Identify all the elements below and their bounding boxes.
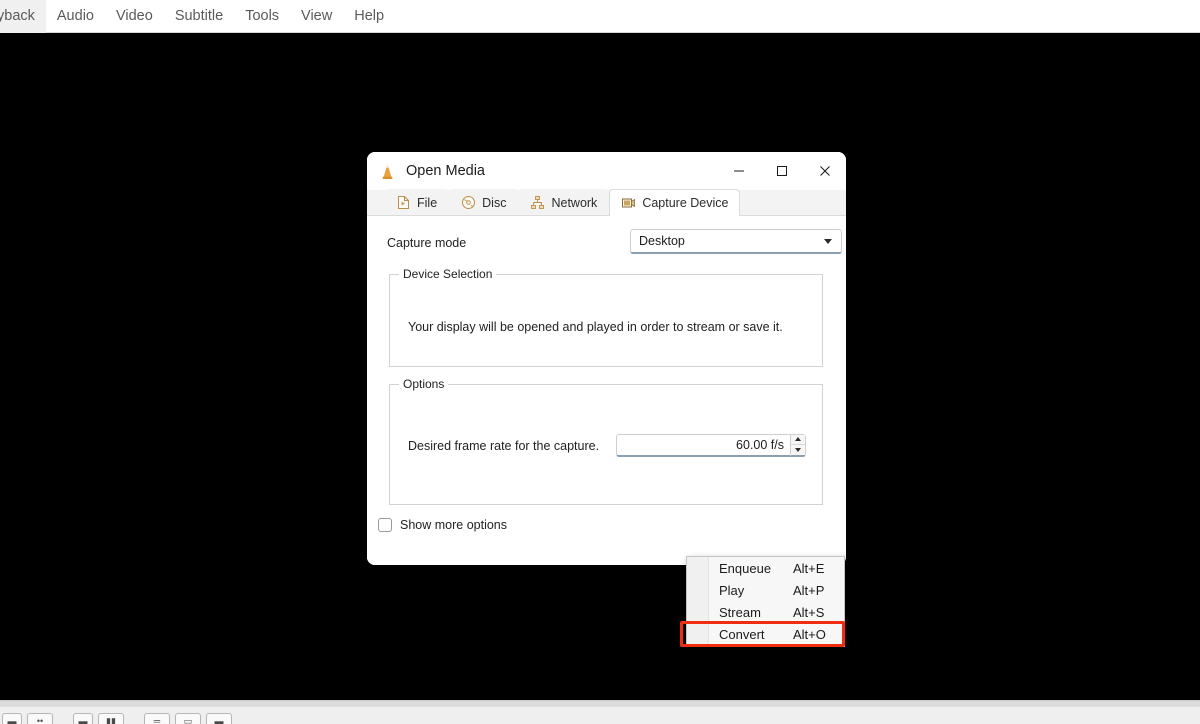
show-more-options-label: Show more options bbox=[400, 518, 508, 532]
network-icon bbox=[530, 195, 545, 210]
playback-control-6[interactable]: ▭ bbox=[175, 713, 201, 724]
menu-view[interactable]: View bbox=[290, 0, 343, 33]
disc-icon bbox=[461, 195, 476, 210]
frame-rate-label: Desired frame rate for the capture. bbox=[408, 439, 600, 453]
capture-mode-label: Capture mode bbox=[387, 235, 467, 250]
seek-slider[interactable] bbox=[0, 701, 1200, 707]
frame-rate-value[interactable]: 60.00 f/s bbox=[617, 438, 790, 452]
tab-disc-label: Disc bbox=[482, 195, 507, 210]
window-controls bbox=[717, 152, 846, 190]
frame-rate-spinner[interactable]: 60.00 f/s bbox=[616, 434, 806, 457]
menu-item-play-shortcut: Alt+P bbox=[793, 582, 825, 598]
menu-item-play[interactable]: Play Alt+P bbox=[687, 579, 844, 601]
tab-network[interactable]: Network bbox=[518, 189, 610, 215]
control-glyph: •• bbox=[36, 716, 44, 724]
dialog-title-bar[interactable]: Open Media bbox=[367, 152, 846, 190]
dialog-title: Open Media bbox=[406, 163, 485, 179]
dialog-tabs: File Disc Network Capture Device bbox=[367, 189, 846, 216]
control-glyph: ▬ bbox=[7, 716, 17, 724]
playback-control-2[interactable]: •• bbox=[27, 713, 53, 724]
menu-help[interactable]: Help bbox=[343, 0, 395, 33]
capture-mode-select[interactable]: Desktop bbox=[630, 229, 842, 254]
playback-control-4[interactable]: ▮▮ bbox=[98, 713, 124, 724]
capture-device-icon bbox=[621, 196, 636, 211]
menu-item-play-label: Play bbox=[719, 582, 745, 598]
tab-file[interactable]: File bbox=[384, 189, 450, 215]
dialog-content: Capture mode Desktop Device Selection Yo… bbox=[367, 216, 846, 565]
show-more-options-row[interactable]: Show more options bbox=[378, 518, 507, 532]
open-media-dialog: Open Media File Disc Network Capture Dev… bbox=[367, 152, 846, 565]
menu-playback[interactable]: yback bbox=[0, 0, 46, 33]
menu-bar: yback Audio Video Subtitle Tools View He… bbox=[0, 0, 1200, 33]
maximize-icon[interactable] bbox=[760, 152, 803, 190]
menu-item-convert-label: Convert bbox=[719, 626, 765, 642]
playback-control-3[interactable]: ▬ bbox=[73, 713, 93, 724]
options-title: Options bbox=[399, 377, 449, 391]
close-icon[interactable] bbox=[803, 152, 846, 190]
options-group: Options Desired frame rate for the captu… bbox=[389, 377, 823, 505]
tab-capture-device[interactable]: Capture Device bbox=[609, 189, 741, 216]
menu-audio[interactable]: Audio bbox=[46, 0, 105, 33]
menu-video[interactable]: Video bbox=[105, 0, 164, 33]
vlc-cone-icon bbox=[378, 162, 397, 181]
menu-item-convert[interactable]: Convert Alt+O bbox=[687, 623, 844, 645]
menu-tools[interactable]: Tools bbox=[234, 0, 290, 33]
control-glyph: ▬ bbox=[78, 716, 88, 724]
menu-item-convert-shortcut: Alt+O bbox=[793, 626, 826, 642]
menu-item-stream-shortcut: Alt+S bbox=[793, 604, 825, 620]
device-selection-group: Device Selection Your display will be op… bbox=[389, 267, 823, 367]
menu-item-enqueue-label: Enqueue bbox=[719, 560, 772, 576]
spinner-increment-icon[interactable] bbox=[791, 434, 805, 445]
playback-control-5[interactable]: ═ bbox=[144, 713, 170, 724]
spinner-buttons bbox=[790, 434, 805, 456]
tab-capture-device-label: Capture Device bbox=[642, 196, 729, 210]
playback-control-7[interactable]: ▬ bbox=[206, 713, 232, 724]
capture-mode-value: Desktop bbox=[639, 234, 685, 248]
playback-control-1[interactable]: ▬ bbox=[2, 713, 22, 724]
menu-subtitle[interactable]: Subtitle bbox=[164, 0, 234, 33]
device-selection-description: Your display will be opened and played i… bbox=[408, 320, 783, 334]
control-glyph: ▮▮ bbox=[106, 716, 116, 724]
chevron-down-icon bbox=[824, 238, 832, 244]
file-icon bbox=[396, 195, 411, 210]
menu-item-enqueue[interactable]: Enqueue Alt+E bbox=[687, 557, 844, 579]
control-glyph: ▬ bbox=[214, 716, 224, 724]
control-glyph: ▭ bbox=[183, 716, 193, 724]
tab-network-label: Network bbox=[551, 195, 598, 210]
capture-mode-row: Capture mode Desktop bbox=[387, 228, 842, 257]
playback-control-bar: ▬ •• ▬ ▮▮ ═ ▭ ▬ bbox=[0, 700, 1200, 724]
menu-item-stream-label: Stream bbox=[719, 604, 761, 620]
menu-item-enqueue-shortcut: Alt+E bbox=[793, 560, 825, 576]
spinner-decrement-icon[interactable] bbox=[791, 444, 805, 455]
control-glyph: ═ bbox=[153, 716, 161, 724]
tab-file-label: File bbox=[417, 195, 438, 210]
minimize-icon[interactable] bbox=[717, 152, 760, 190]
playback-buttons: ▬ •• ▬ ▮▮ ═ ▭ ▬ bbox=[2, 713, 232, 724]
menu-item-stream[interactable]: Stream Alt+S bbox=[687, 601, 844, 623]
show-more-options-checkbox[interactable] bbox=[378, 518, 392, 532]
tab-disc[interactable]: Disc bbox=[449, 189, 519, 215]
play-dropdown-menu: Enqueue Alt+E Play Alt+P Stream Alt+S Co… bbox=[686, 556, 845, 647]
device-selection-title: Device Selection bbox=[399, 267, 497, 281]
vlc-application-window: yback Audio Video Subtitle Tools View He… bbox=[0, 0, 1200, 724]
